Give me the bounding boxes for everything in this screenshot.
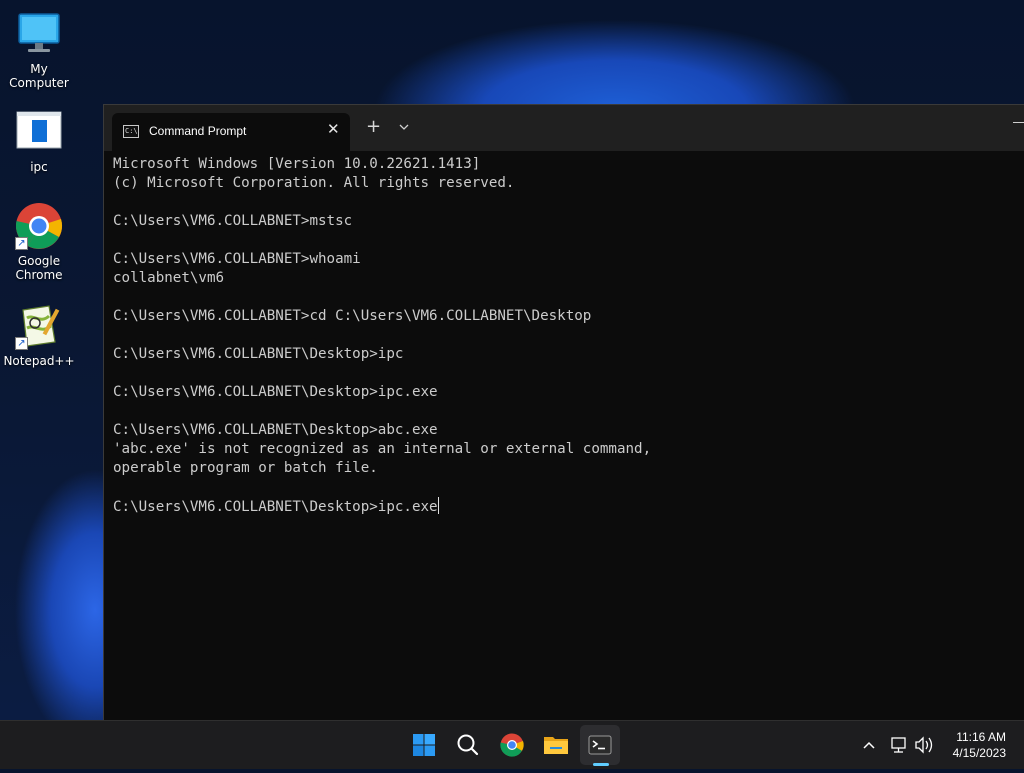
- desktop-icon-label: Notepad++: [3, 354, 75, 368]
- new-tab-icon[interactable]: +: [366, 117, 381, 137]
- console-line: Microsoft Windows [Version 10.0.22621.14…: [113, 156, 481, 172]
- console-line: C:\Users\VM6.COLLABNET>whoami: [113, 251, 361, 267]
- terminal-window: C:\ Command Prompt ✕ + Microsoft Windows…: [103, 104, 1024, 720]
- chevron-down-icon[interactable]: [397, 119, 411, 133]
- console-line: C:\Users\VM6.COLLABNET\Desktop>ipc: [113, 346, 404, 362]
- tab-title: Command Prompt: [149, 124, 247, 138]
- close-tab-icon[interactable]: ✕: [327, 120, 340, 138]
- show-hidden-icons-button[interactable]: [858, 721, 880, 769]
- active-app-indicator: [593, 763, 609, 766]
- console-line: collabnet\vm6: [113, 270, 225, 286]
- desktop-icon-label: Google Chrome: [15, 254, 63, 282]
- taskbar: 11:16 AM 4/15/2023: [0, 720, 1024, 769]
- monitor-icon: [15, 10, 63, 58]
- clock-time: 11:16 AM: [956, 730, 1006, 744]
- title-bar[interactable]: C:\ Command Prompt ✕ +: [104, 105, 1024, 151]
- volume-icon: [915, 736, 933, 754]
- console-line: C:\Users\VM6.COLLABNET\Desktop>abc.exe: [113, 422, 438, 438]
- taskbar-chrome-button[interactable]: [492, 725, 532, 765]
- desktop-icon-label: My Computer: [9, 62, 69, 90]
- cmd-icon: C:\: [123, 125, 139, 138]
- desktop-icon-notepad-plus-plus[interactable]: ↗ Notepad++: [0, 302, 78, 368]
- chrome-icon: ↗: [15, 202, 63, 250]
- search-icon: [457, 734, 479, 756]
- start-icon: [413, 734, 435, 756]
- desktop-icon-google-chrome[interactable]: ↗ Google Chrome: [0, 202, 78, 282]
- clock-date: 4/15/2023: [952, 746, 1006, 760]
- search-button[interactable]: [448, 725, 488, 765]
- minimize-icon[interactable]: [1013, 122, 1024, 123]
- clock[interactable]: 11:16 AM 4/15/2023: [953, 729, 1006, 761]
- console-line: C:\Users\VM6.COLLABNET>cd C:\Users\VM6.C…: [113, 308, 592, 324]
- file-explorer-icon: [544, 737, 568, 754]
- console-line: C:\Users\VM6.COLLABNET>mstsc: [113, 213, 353, 229]
- shortcut-arrow-icon: ↗: [15, 337, 28, 350]
- console-line: (c) Microsoft Corporation. All rights re…: [113, 175, 515, 191]
- taskbar-file-explorer-button[interactable]: [536, 725, 576, 765]
- shortcut-arrow-icon: ↗: [15, 237, 28, 250]
- taskbar-terminal-button[interactable]: [580, 725, 620, 765]
- application-window-icon: [15, 108, 63, 156]
- desktop-icon-my-computer[interactable]: My Computer: [0, 10, 78, 90]
- text-cursor: [437, 497, 439, 514]
- network-icon: [891, 737, 906, 753]
- console-line: 'abc.exe' is not recognized as an intern…: [113, 441, 652, 457]
- terminal-icon: [588, 735, 612, 755]
- desktop-icon-ipc[interactable]: ipc: [0, 108, 78, 174]
- start-button[interactable]: [404, 725, 444, 765]
- notepad-plus-plus-icon: ↗: [15, 302, 63, 350]
- network-volume-button[interactable]: [888, 721, 938, 769]
- console-line: operable program or batch file.: [113, 460, 378, 476]
- chrome-icon: [500, 733, 524, 757]
- desktop-icon-label: ipc: [30, 160, 48, 174]
- tab-command-prompt[interactable]: C:\ Command Prompt ✕: [112, 113, 350, 151]
- console-line: C:\Users\VM6.COLLABNET\Desktop>ipc.exe: [113, 384, 438, 400]
- console-output[interactable]: Microsoft Windows [Version 10.0.22621.14…: [113, 155, 1024, 720]
- chevron-up-icon: [863, 741, 875, 749]
- current-prompt-line: C:\Users\VM6.COLLABNET\Desktop>ipc.exe: [113, 499, 438, 515]
- console-history: Microsoft Windows [Version 10.0.22621.14…: [113, 156, 651, 476]
